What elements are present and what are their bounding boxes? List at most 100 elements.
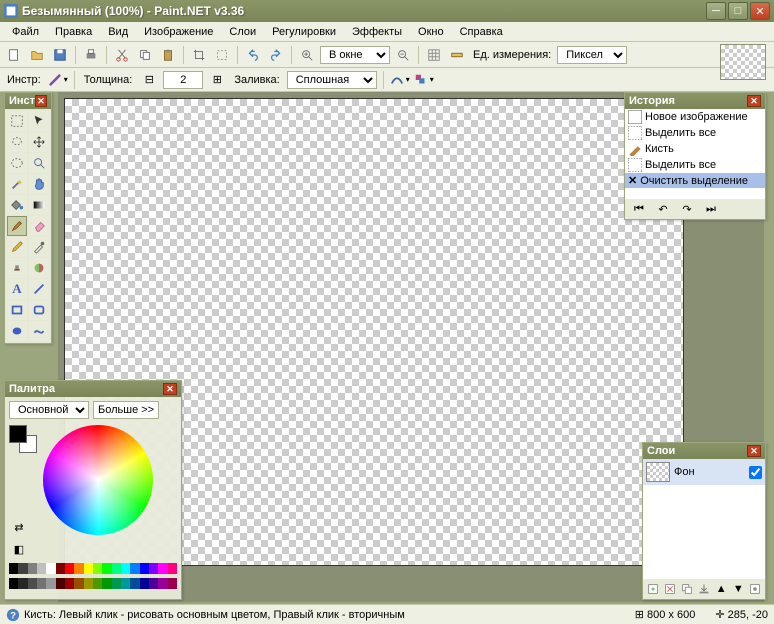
menu-layers[interactable]: Слои	[221, 24, 264, 40]
swatch[interactable]	[130, 578, 139, 589]
cut-button[interactable]	[112, 45, 132, 65]
tool-roundrect[interactable]	[29, 300, 49, 320]
history-item[interactable]: Кисть	[625, 141, 765, 157]
menu-help[interactable]: Справка	[452, 24, 511, 40]
zoom-select[interactable]: В окне	[320, 46, 390, 64]
antialias-dropdown[interactable]	[390, 70, 410, 90]
menu-adjust[interactable]: Регулировки	[264, 24, 344, 40]
layer-list[interactable]: Фон	[643, 459, 765, 579]
history-item[interactable]: Выделить все	[625, 125, 765, 141]
more-button[interactable]: Больше >>	[93, 401, 159, 419]
history-undo[interactable]: ↶	[653, 199, 673, 219]
swatch[interactable]	[102, 578, 111, 589]
redo-button[interactable]	[266, 45, 286, 65]
color-mode-select[interactable]: Основной	[9, 401, 89, 419]
fill-select[interactable]: Сплошная	[287, 71, 377, 89]
history-item[interactable]: ✕Очистить выделение	[625, 173, 765, 188]
layer-down[interactable]: ▼	[731, 579, 746, 599]
tool-freeform[interactable]	[29, 321, 49, 341]
history-last[interactable]: ⏭	[701, 199, 721, 219]
tools-close[interactable]: ✕	[35, 95, 47, 107]
layer-delete[interactable]	[662, 579, 677, 599]
tool-brush[interactable]	[7, 216, 27, 236]
tool-move[interactable]	[29, 132, 49, 152]
swatch[interactable]	[93, 563, 102, 574]
ruler-button[interactable]	[447, 45, 467, 65]
swatch[interactable]	[84, 578, 93, 589]
save-button[interactable]	[50, 45, 70, 65]
tool-magic-wand[interactable]	[7, 174, 27, 194]
tool-rect-select[interactable]	[7, 111, 27, 131]
tool-text[interactable]: A	[7, 279, 27, 299]
tool-lasso[interactable]	[7, 132, 27, 152]
tool-ellipse-select[interactable]	[7, 153, 27, 173]
tool-pencil[interactable]	[7, 237, 27, 257]
tool-recolor[interactable]	[29, 258, 49, 278]
blend-dropdown[interactable]	[414, 70, 434, 90]
document-thumbnail[interactable]	[720, 44, 766, 80]
tool-ellipse[interactable]	[7, 321, 27, 341]
swatch[interactable]	[158, 578, 167, 589]
width-increase[interactable]: ⊞	[207, 70, 227, 90]
swatch[interactable]	[168, 563, 177, 574]
history-list[interactable]: Новое изображение Выделить все Кисть Выд…	[625, 109, 765, 199]
menu-file[interactable]: Файл	[4, 24, 47, 40]
swatch[interactable]	[102, 563, 111, 574]
grid-button[interactable]	[424, 45, 444, 65]
layer-visible-checkbox[interactable]	[749, 466, 762, 479]
swatch[interactable]	[28, 578, 37, 589]
width-input[interactable]	[163, 71, 203, 89]
tool-move-select[interactable]	[29, 111, 49, 131]
tool-pan[interactable]	[29, 174, 49, 194]
swatch[interactable]	[37, 563, 46, 574]
layers-close[interactable]: ✕	[747, 445, 761, 457]
unit-select[interactable]: Пиксел	[557, 46, 627, 64]
swatch[interactable]	[28, 563, 37, 574]
swatch[interactable]	[140, 578, 149, 589]
copy-button[interactable]	[135, 45, 155, 65]
tool-rect[interactable]	[7, 300, 27, 320]
swatch[interactable]	[130, 563, 139, 574]
width-decrease[interactable]: ⊟	[139, 70, 159, 90]
swatch[interactable]	[93, 578, 102, 589]
tool-line[interactable]	[29, 279, 49, 299]
deselect-button[interactable]	[212, 45, 232, 65]
close-button[interactable]: ✕	[750, 2, 770, 20]
swatch[interactable]	[56, 563, 65, 574]
bw-reset-icon[interactable]: ◧	[9, 539, 29, 559]
tool-eraser[interactable]	[29, 216, 49, 236]
menu-effects[interactable]: Эффекты	[344, 24, 410, 40]
swatch[interactable]	[149, 563, 158, 574]
swatch[interactable]	[46, 563, 55, 574]
color-wheel[interactable]	[43, 425, 153, 535]
swatch[interactable]	[9, 563, 18, 574]
swatch[interactable]	[121, 578, 130, 589]
history-item[interactable]: Выделить все	[625, 157, 765, 173]
crop-button[interactable]	[189, 45, 209, 65]
menu-edit[interactable]: Правка	[47, 24, 100, 40]
tool-zoom[interactable]	[29, 153, 49, 173]
swatch[interactable]	[112, 578, 121, 589]
tool-clone[interactable]	[7, 258, 27, 278]
swatch[interactable]	[46, 578, 55, 589]
swatch[interactable]	[9, 578, 18, 589]
zoom-in-icon[interactable]	[297, 45, 317, 65]
tool-picker[interactable]	[29, 237, 49, 257]
history-first[interactable]: ⏮	[629, 199, 649, 219]
swatch[interactable]	[65, 563, 74, 574]
color-swatch-pair[interactable]	[9, 425, 37, 453]
layer-up[interactable]: ▲	[714, 579, 729, 599]
swatch[interactable]	[74, 578, 83, 589]
layer-item[interactable]: Фон	[643, 459, 765, 485]
swatch[interactable]	[168, 578, 177, 589]
swatch[interactable]	[158, 563, 167, 574]
history-redo[interactable]: ↷	[677, 199, 697, 219]
print-button[interactable]	[81, 45, 101, 65]
layer-merge[interactable]	[696, 579, 711, 599]
swatch[interactable]	[18, 563, 27, 574]
layer-dup[interactable]	[679, 579, 694, 599]
undo-button[interactable]	[243, 45, 263, 65]
swap-colors-icon[interactable]: ⇄	[9, 517, 29, 537]
primary-color[interactable]	[9, 425, 27, 443]
tool-dropdown[interactable]	[48, 70, 68, 90]
